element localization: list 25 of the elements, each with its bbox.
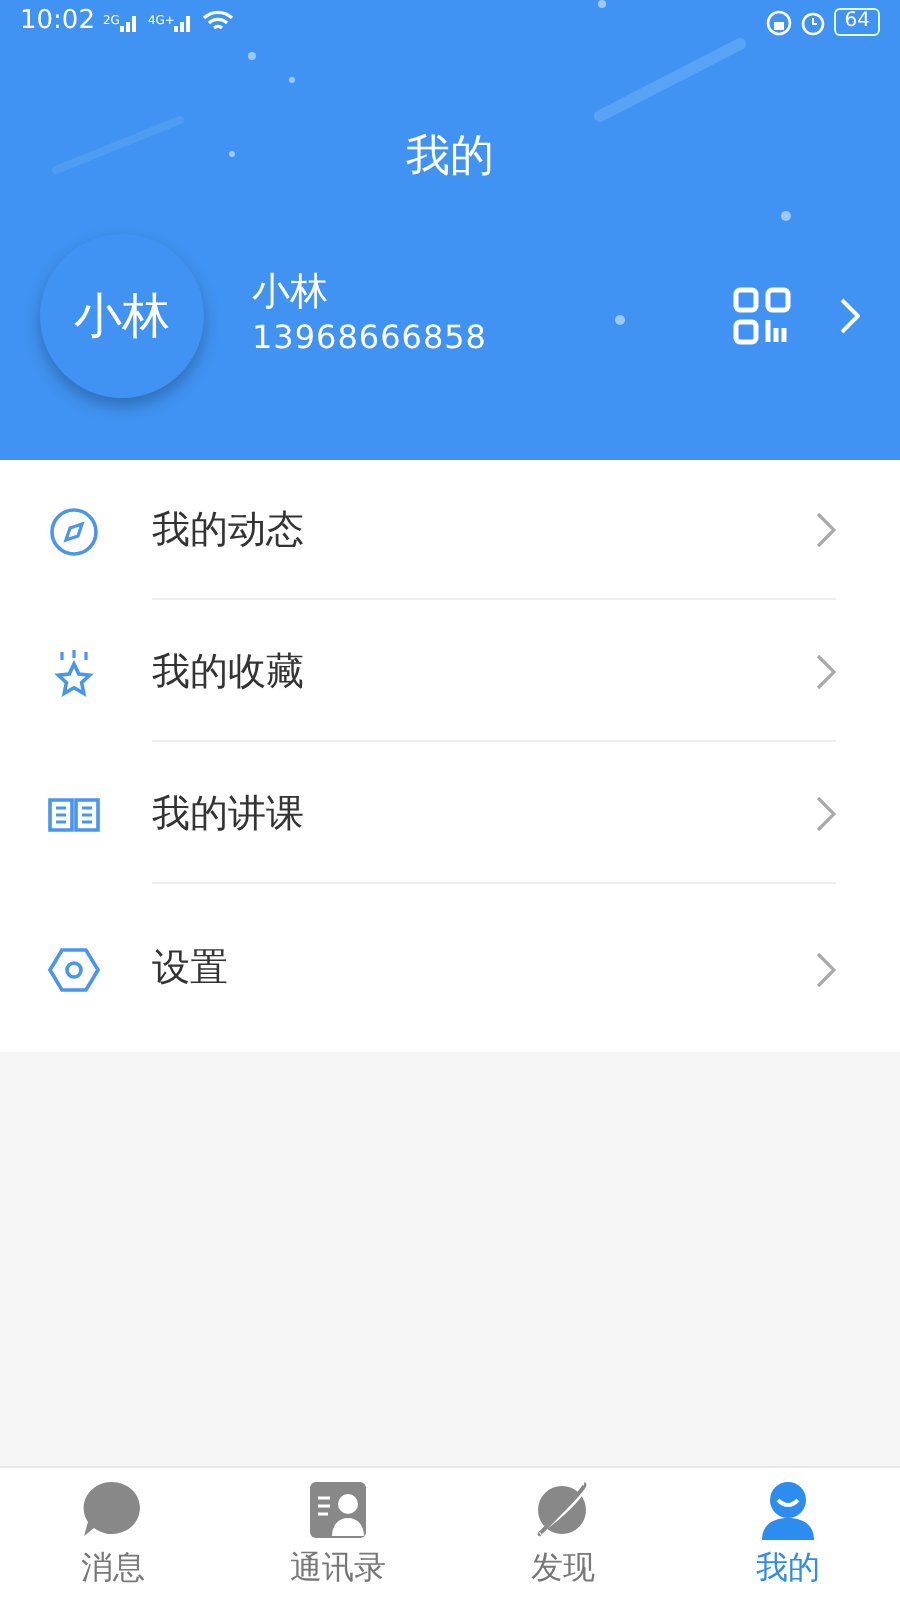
- chat-icon: [80, 1477, 145, 1541]
- settings-icon: [48, 943, 100, 995]
- chevron-right-icon: [816, 512, 836, 548]
- battery-level: 64: [834, 8, 880, 36]
- page-title: 我的: [404, 130, 496, 186]
- chevron-right-icon: [816, 796, 836, 832]
- avatar[interactable]: 小林: [40, 234, 204, 398]
- wifi-icon: [202, 10, 235, 34]
- tab[interactable]: 我的: [675, 1468, 900, 1600]
- tab[interactable]: 消息: [0, 1468, 225, 1600]
- phone-number: 13968666858: [252, 316, 489, 361]
- chevron-right-icon: [816, 951, 836, 987]
- chevron-right-icon[interactable]: [840, 298, 860, 334]
- signal-icon: [119, 12, 140, 32]
- alarm-icon: [800, 9, 827, 35]
- chevron-right-icon: [816, 654, 836, 690]
- user-name: 小林: [252, 269, 330, 315]
- tab[interactable]: 发现: [450, 1468, 675, 1600]
- tab[interactable]: 通讯录: [225, 1468, 450, 1600]
- contacts-icon: [305, 1477, 370, 1541]
- lock-icon: [766, 9, 793, 35]
- compass-icon: [48, 505, 100, 557]
- signal-icon: [174, 12, 195, 32]
- qr-code-icon[interactable]: [732, 286, 792, 346]
- status-time: 10:02: [20, 4, 95, 41]
